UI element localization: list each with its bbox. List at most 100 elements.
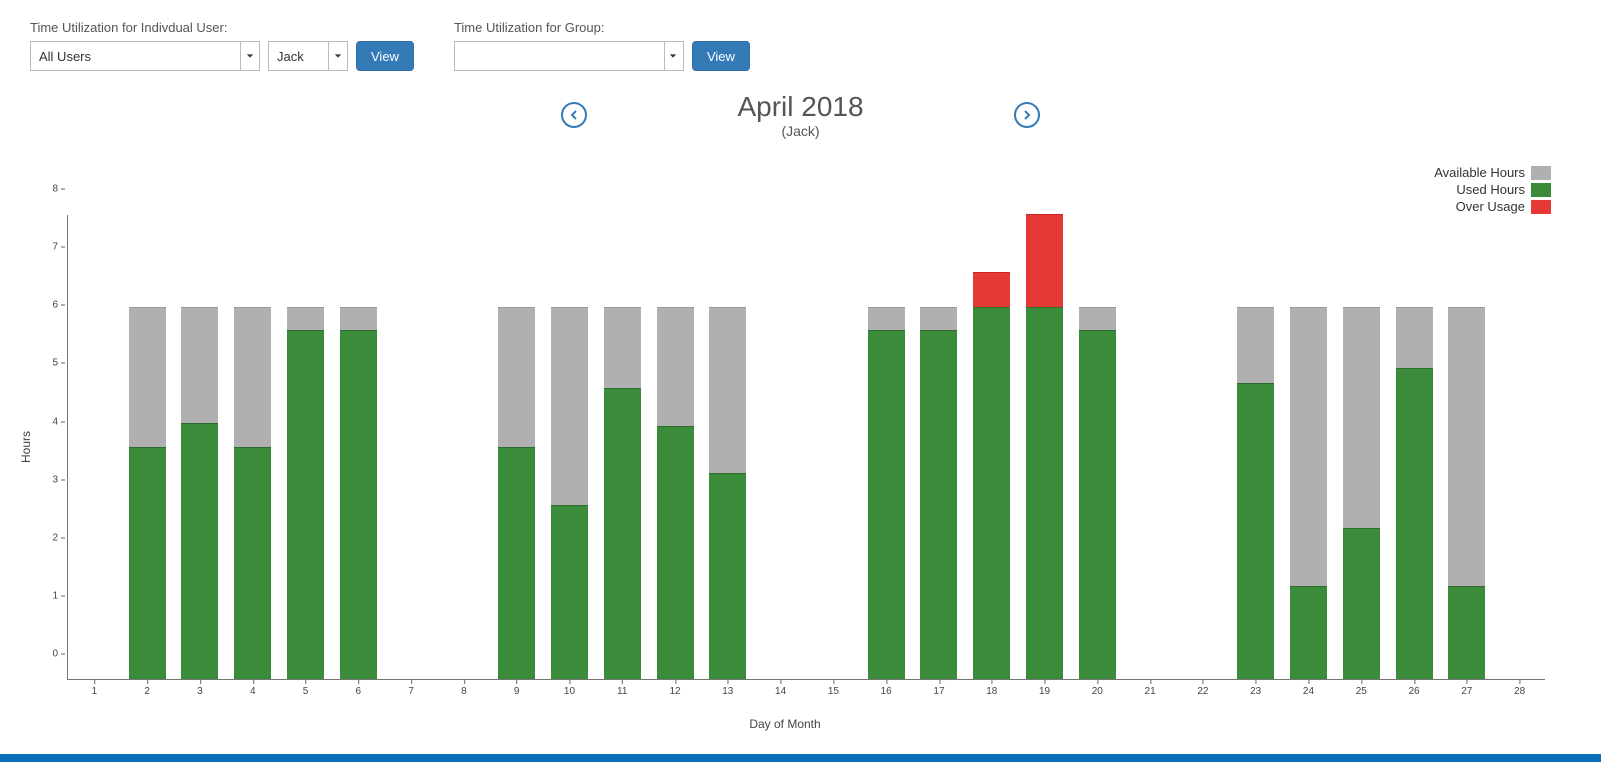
- bar-seg-used: [181, 423, 218, 679]
- footer-bar: [0, 754, 1601, 762]
- x-tick: 18: [986, 686, 997, 697]
- bar-seg-used: [973, 307, 1010, 679]
- bar-seg-used: [287, 330, 324, 679]
- bar-seg-used: [551, 505, 588, 679]
- x-tick: 21: [1145, 686, 1156, 697]
- bar-seg-avail: [1396, 307, 1433, 368]
- bar-seg-avail: [1343, 307, 1380, 528]
- bar-seg-avail: [287, 307, 324, 330]
- x-tick: 16: [881, 686, 892, 697]
- x-tick: 3: [197, 686, 203, 697]
- bar-seg-avail: [129, 307, 166, 447]
- chart-subtitle: (Jack): [737, 123, 863, 139]
- bars-container: 1234567891011121314151617181920212223242…: [67, 215, 1545, 680]
- y-tick: 3: [52, 474, 65, 485]
- bar-seg-used: [498, 447, 535, 680]
- x-tick: 6: [356, 686, 362, 697]
- x-tick: 14: [775, 686, 786, 697]
- plot-area: 0 1 2 3 4 5 6 7 8 123456789101112131415161718192…: [45, 215, 1545, 695]
- bar-seg-used: [1448, 586, 1485, 679]
- bar-seg-used: [657, 426, 694, 679]
- legend-item-used: Used Hours: [1434, 182, 1551, 197]
- bar-seg-used: [1343, 528, 1380, 679]
- x-tick: 25: [1356, 686, 1367, 697]
- bar-seg-avail: [234, 307, 271, 447]
- x-tick: 2: [144, 686, 150, 697]
- x-tick: 22: [1197, 686, 1208, 697]
- x-tick: 19: [1039, 686, 1050, 697]
- y-tick: 7: [52, 242, 65, 253]
- y-axis: 012345678: [45, 215, 65, 680]
- x-tick: 24: [1303, 686, 1314, 697]
- user-select-value: Jack: [277, 49, 304, 64]
- caret-down-icon: [240, 42, 258, 70]
- legend-label-available: Available Hours: [1434, 165, 1525, 180]
- bar-seg-used: [868, 330, 905, 679]
- legend-swatch-used: [1531, 183, 1551, 197]
- legend-swatch-over: [1531, 200, 1551, 214]
- all-users-select[interactable]: All Users: [30, 41, 260, 71]
- bar-seg-avail: [1448, 307, 1485, 586]
- chart-title-block: April 2018 (Jack): [737, 91, 863, 139]
- x-tick: 8: [461, 686, 467, 697]
- chart-legend: Available Hours Used Hours Over Usage: [1434, 165, 1551, 216]
- legend-label-over: Over Usage: [1456, 199, 1525, 214]
- x-tick: 4: [250, 686, 256, 697]
- x-tick: 17: [933, 686, 944, 697]
- bar-seg-used: [709, 473, 746, 679]
- legend-swatch-available: [1531, 166, 1551, 180]
- bar-seg-avail: [868, 307, 905, 330]
- bar-seg-used: [1237, 383, 1274, 679]
- bar-seg-over: [1026, 214, 1063, 307]
- x-tick: 1: [92, 686, 98, 697]
- legend-item-available: Available Hours: [1434, 165, 1551, 180]
- bar-seg-used: [1026, 307, 1063, 679]
- y-tick: 5: [52, 358, 65, 369]
- individual-label: Time Utilization for Indivdual User:: [30, 20, 414, 35]
- x-tick: 13: [722, 686, 733, 697]
- y-tick: 4: [52, 416, 65, 427]
- bar-seg-avail: [1079, 307, 1116, 330]
- all-users-select-value: All Users: [39, 49, 91, 64]
- y-tick: 0: [52, 649, 65, 660]
- bar-seg-avail: [1237, 307, 1274, 383]
- x-tick: 7: [408, 686, 414, 697]
- legend-label-used: Used Hours: [1456, 182, 1525, 197]
- bar-seg-over: [973, 272, 1010, 307]
- x-tick: 26: [1408, 686, 1419, 697]
- y-tick: 6: [52, 300, 65, 311]
- x-tick: 28: [1514, 686, 1525, 697]
- prev-month-button[interactable]: [561, 102, 587, 128]
- legend-item-over: Over Usage: [1434, 199, 1551, 214]
- bar-seg-avail: [551, 307, 588, 505]
- arrow-right-icon: [1022, 110, 1032, 120]
- bar-seg-avail: [709, 307, 746, 473]
- x-tick: 27: [1461, 686, 1472, 697]
- chart-area: Hours 0 1 2 3 4 5 6 7 8 123456789101112131415161…: [20, 215, 1550, 725]
- view-individual-button[interactable]: View: [356, 41, 414, 71]
- group-controls: Time Utilization for Group: View: [454, 20, 750, 71]
- x-tick: 5: [303, 686, 309, 697]
- y-tick: 2: [52, 532, 65, 543]
- bar-seg-used: [234, 447, 271, 680]
- y-axis-label: Hours: [19, 431, 33, 463]
- bar-seg-avail: [920, 307, 957, 330]
- bar-seg-avail: [604, 307, 641, 388]
- x-tick: 15: [828, 686, 839, 697]
- view-group-button[interactable]: View: [692, 41, 750, 71]
- bar-seg-avail: [498, 307, 535, 447]
- x-tick: 11: [617, 686, 627, 697]
- user-select[interactable]: Jack: [268, 41, 348, 71]
- bar-seg-used: [1079, 330, 1116, 679]
- y-tick: 1: [52, 590, 65, 601]
- next-month-button[interactable]: [1014, 102, 1040, 128]
- x-axis-label: Day of Month: [749, 717, 820, 731]
- bar-seg-used: [1396, 368, 1433, 679]
- group-select[interactable]: [454, 41, 684, 71]
- bar-seg-used: [1290, 586, 1327, 679]
- individual-user-controls: Time Utilization for Indivdual User: All…: [30, 20, 414, 71]
- group-label: Time Utilization for Group:: [454, 20, 750, 35]
- bar-seg-used: [129, 447, 166, 680]
- bar-seg-avail: [657, 307, 694, 426]
- caret-down-icon: [328, 42, 346, 70]
